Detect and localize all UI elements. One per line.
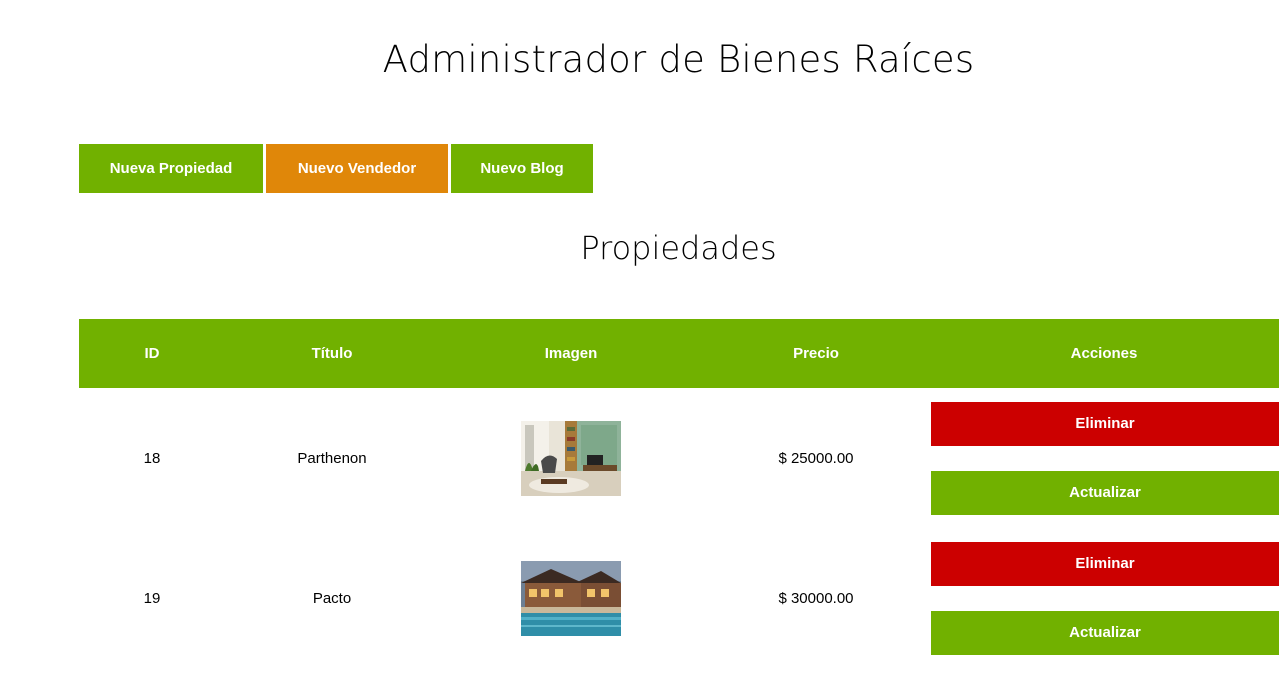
delete-button[interactable]: Eliminar xyxy=(931,541,1279,586)
update-button[interactable]: Actualizar xyxy=(931,470,1279,515)
column-header-price: Precio xyxy=(703,319,929,388)
admin-page: Administrador de Bienes Raíces Nueva Pro… xyxy=(0,0,1287,682)
cell-id: 18 xyxy=(143,449,161,467)
column-header-title: Título xyxy=(225,319,439,388)
row-actions: Eliminar Actualizar xyxy=(929,528,1279,668)
new-blog-button[interactable]: Nuevo Blog xyxy=(451,144,593,193)
cell-title: Pacto xyxy=(312,589,352,607)
new-property-button[interactable]: Nueva Propiedad xyxy=(79,144,263,193)
property-image-house-pool xyxy=(521,560,621,636)
cell-actions: Eliminar Actualizar xyxy=(929,388,1279,528)
cell-image xyxy=(439,388,703,528)
property-image-living-room xyxy=(521,420,621,496)
cell-actions: Eliminar Actualizar xyxy=(929,528,1279,668)
table-header-row: ID Título Imagen Precio Acciones xyxy=(79,319,1279,388)
table-row: 18 Parthenon $ 25000.00 Eliminar Actuali… xyxy=(79,388,1279,528)
cell-price: $ 25000.00 xyxy=(778,449,854,467)
update-button[interactable]: Actualizar xyxy=(931,610,1279,655)
action-toolbar: Nueva Propiedad Nuevo Vendedor Nuevo Blo… xyxy=(79,144,593,193)
table-row: 19 Pacto $ 30000.00 Eliminar Actualizar xyxy=(79,528,1279,668)
column-header-actions: Acciones xyxy=(929,319,1279,388)
cell-id: 19 xyxy=(143,589,161,607)
cell-image xyxy=(439,528,703,668)
properties-table: ID Título Imagen Precio Acciones 18 Part… xyxy=(79,319,1279,668)
delete-button[interactable]: Eliminar xyxy=(931,401,1279,446)
cell-title: Parthenon xyxy=(297,449,367,467)
cell-price: $ 30000.00 xyxy=(778,589,854,607)
row-actions: Eliminar Actualizar xyxy=(929,388,1279,528)
section-title: Propiedades xyxy=(580,229,777,267)
page-title: Administrador de Bienes Raíces xyxy=(382,38,975,81)
new-seller-button[interactable]: Nuevo Vendedor xyxy=(266,144,448,193)
column-header-id: ID xyxy=(79,319,225,388)
column-header-image: Imagen xyxy=(439,319,703,388)
